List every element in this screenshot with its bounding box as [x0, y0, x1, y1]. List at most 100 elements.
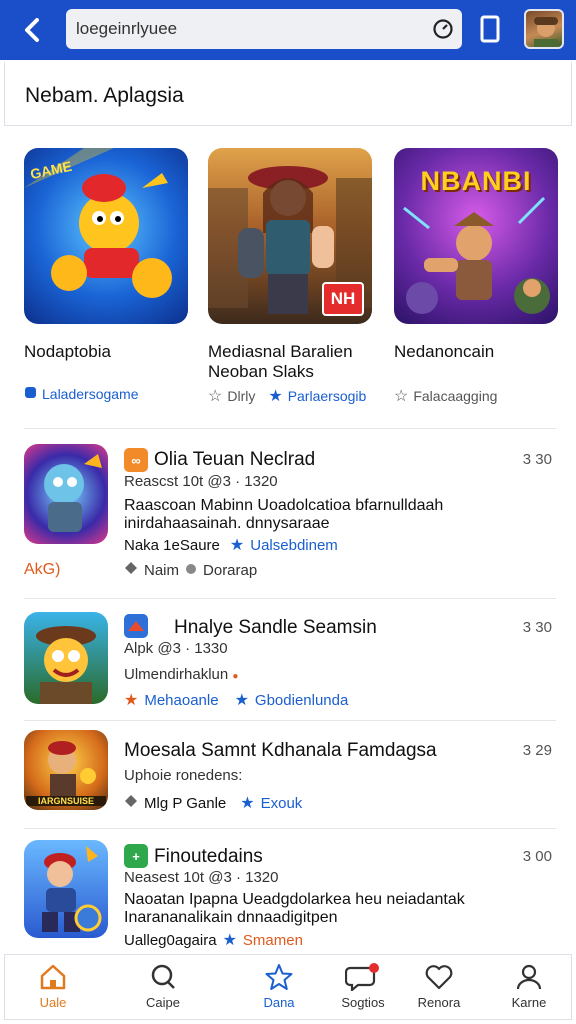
tag-label: Mlg P Ganle: [144, 794, 227, 812]
divider: [24, 720, 556, 721]
row-meta: Uphoie ronedens:: [124, 767, 242, 784]
star-icon: ★: [229, 537, 245, 554]
nav-label: Caipe: [146, 995, 180, 1010]
game-art-image[interactable]: [24, 444, 108, 544]
list-item[interactable]: IARGNSUISE Moesala Samnt Kdhanala Famdag…: [0, 728, 576, 826]
row-description: Naoatan Ipapna Ueadgdolarkea heu neiadan…: [124, 891, 465, 926]
row-size: 3 30: [522, 451, 552, 468]
featured-card[interactable]: GAME Nodaptobia Laladersogame: [24, 148, 192, 402]
row-tags: Ualleg0agaira ★ Smamen: [124, 930, 303, 950]
nav-item-heart[interactable]: Renora: [399, 963, 479, 1010]
art-title: NBANBI: [420, 166, 532, 196]
nav-item-profile[interactable]: Karne: [489, 963, 569, 1010]
star-icon: [265, 964, 293, 990]
search-icon: [151, 964, 175, 989]
tag-label: Falacaagging: [413, 388, 498, 404]
divider: [24, 828, 556, 829]
star-icon: ★: [268, 388, 283, 405]
tag-icon: [185, 562, 197, 579]
nav-item-chat[interactable]: Sogtios: [323, 963, 403, 1010]
row-description-text: Ulmendirhaklun: [124, 666, 229, 683]
row-tags: Naim Dorarap: [124, 561, 257, 579]
chat-icon: [345, 963, 379, 991]
row-title: Olia Teuan Neclrad: [154, 449, 316, 470]
tag-label: Laladersogame: [42, 386, 139, 402]
tag-label: Ualsebdinem: [250, 536, 338, 554]
tag-label: Mehaoanle: [144, 691, 219, 709]
bottom-nav: Uale Caipe Dana Sogtios Renora Karne: [4, 954, 572, 1020]
avatar[interactable]: [524, 9, 564, 49]
row-tags: ★ Mehaoanle ★ Gbodienlunda: [124, 690, 348, 710]
star-icon: ★: [124, 692, 139, 709]
tag-icon: [124, 561, 138, 579]
row-title: Moesala Samnt Kdhanala Famdagsa: [124, 740, 437, 761]
list-item[interactable]: + Finoutedains 3 00 Neasest 10t @3 · 132…: [0, 836, 576, 952]
section-title: Nebam. Aplagsia: [25, 84, 184, 107]
back-arrow-icon[interactable]: [14, 12, 50, 48]
game-art-image[interactable]: IARGNSUISE: [24, 730, 108, 810]
tag-icon: [24, 386, 37, 402]
nav-label: Dana: [263, 995, 295, 1010]
nav-item-search[interactable]: Caipe: [123, 963, 203, 1010]
nav-label: Karne: [511, 995, 547, 1010]
game-art-image[interactable]: NH: [208, 148, 372, 324]
featured-card[interactable]: NH Mediasnal Baralien Neoban Slaks ☆ Dlr…: [208, 148, 376, 405]
divider: [24, 598, 556, 599]
row-description: Raascoan Mabinn Uoadolcatioa bfarnulldaa…: [124, 497, 444, 532]
row-size: 3 30: [522, 619, 552, 636]
art-badge: NH: [322, 282, 364, 316]
featured-tag: Laladersogame: [24, 386, 139, 402]
tag-label: Dorarap: [203, 561, 258, 579]
row-title: Hnalye Sandle Seamsin: [174, 617, 377, 638]
row-tags: Mlg P Ganle ★ Exouk: [124, 793, 302, 813]
featured-tag: ☆ Falacaagging: [394, 386, 497, 406]
tag-label: Naim: [144, 561, 180, 579]
game-art-image[interactable]: [24, 612, 108, 704]
device-icon[interactable]: [478, 12, 502, 46]
tag-icon: [124, 794, 138, 812]
tag-label: Smamen: [242, 931, 303, 949]
tag-label: Ualleg0agaira: [124, 931, 217, 949]
app-badge-icon: +: [124, 844, 148, 868]
nav-item-home[interactable]: Uale: [13, 963, 93, 1010]
featured-card[interactable]: NBANBI Nedanoncain ☆ Falacaagging: [394, 148, 562, 405]
nav-item-star[interactable]: Dana: [239, 963, 319, 1010]
star-outline-icon: ☆: [394, 388, 409, 405]
divider: [24, 428, 556, 429]
featured-name: Mediasnal Baralien Neoban Slaks: [208, 342, 353, 381]
art-label: IARGNSUISE: [26, 796, 106, 806]
tag-label: Parlaersogib: [287, 388, 367, 404]
clear-search-icon[interactable]: [432, 18, 454, 40]
app-badge-icon: [124, 614, 148, 638]
search-input[interactable]: loegeinrlyuee: [66, 9, 462, 49]
list-item[interactable]: Hnalye Sandle Seamsin 3 30 Alpk @3 · 133…: [0, 606, 576, 716]
game-art-image[interactable]: [24, 840, 108, 938]
side-label: AkG): [24, 561, 61, 578]
game-art-image[interactable]: GAME: [24, 148, 188, 324]
row-meta: Neasest 10t @3 · 1320: [124, 869, 279, 886]
list-item[interactable]: ∞ Olia Teuan Neclrad 3 30 Reascst 10t @3…: [0, 440, 576, 590]
featured-tag: ☆ Dlrly ★ Parlaersogib: [208, 386, 366, 406]
row-size: 3 00: [522, 848, 552, 865]
tag-label: Gbodienlunda: [254, 691, 349, 709]
row-description: Ulmendirhaklun ●: [124, 666, 238, 683]
heart-icon: [425, 965, 453, 990]
dot-icon: ●: [232, 671, 239, 682]
home-icon: [40, 964, 66, 990]
row-meta: Alpk @3 · 1330: [124, 640, 228, 657]
row-meta: Reascst 10t @3 · 1320: [124, 473, 278, 490]
featured-name: Nodaptobia: [24, 342, 111, 361]
nav-label: Renora: [417, 995, 461, 1010]
tag-label: Dlrly: [227, 388, 256, 404]
row-title: Finoutedains: [154, 846, 263, 867]
game-art-image[interactable]: NBANBI: [394, 148, 558, 324]
section-header: Nebam. Aplagsia: [4, 62, 572, 126]
row-tags: Naka 1eSaure ★ Ualsebdinem: [124, 535, 338, 555]
row-size: 3 29: [522, 742, 552, 759]
top-bar: loegeinrlyuee: [0, 0, 576, 60]
nav-label: Sogtios: [341, 995, 385, 1010]
featured-name: Nedanoncain: [394, 342, 495, 361]
search-text: loegeinrlyuee: [76, 19, 178, 38]
star-icon: ★: [222, 932, 237, 949]
nav-label: Uale: [39, 995, 67, 1010]
